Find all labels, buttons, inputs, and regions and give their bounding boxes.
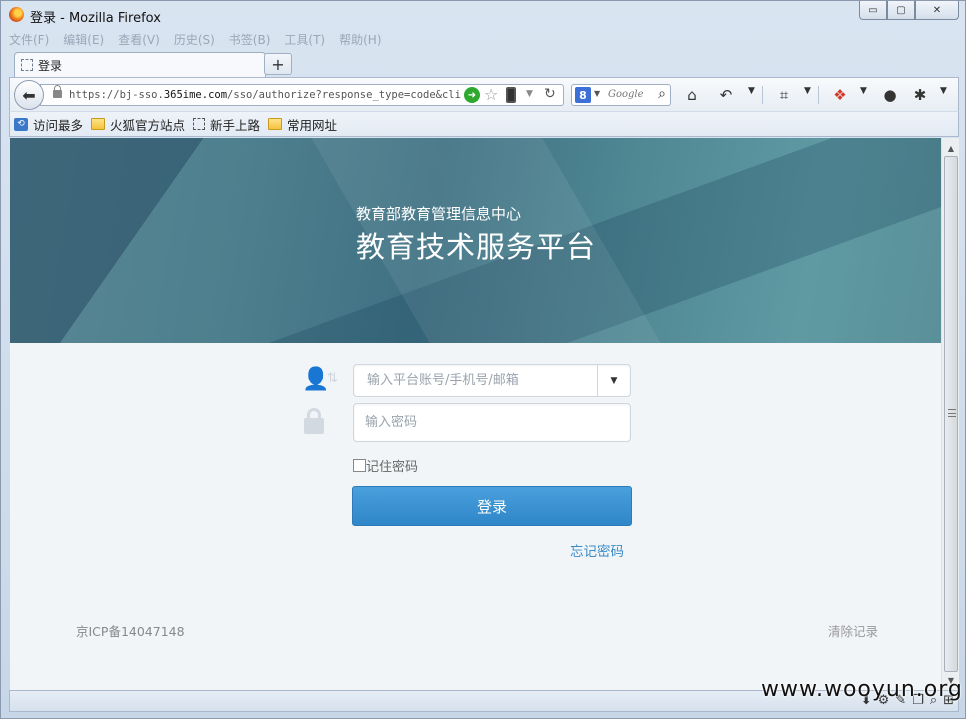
remember-label: 记住密码 — [366, 460, 419, 475]
maximize-button[interactable]: ▢ — [887, 1, 915, 20]
tab-login[interactable]: 登录 — [14, 52, 266, 77]
bookmarks-toolbar: ⟲ 访问最多 火狐官方站点 新手上路 常用网址 — [9, 111, 959, 137]
folder-icon — [268, 118, 283, 130]
bookmark-label: 常用网址 — [287, 117, 338, 133]
chevron-down-icon[interactable]: ▼ — [748, 86, 755, 96]
forgot-password-link[interactable]: 忘记密码 — [570, 540, 624, 560]
most-visited-icon: ⟲ — [14, 117, 28, 131]
browser-window: 登录 - Mozilla Firefox ▭ ▢ ✕ 文件(F) 编辑(E) 查… — [0, 0, 966, 719]
star-icon[interactable]: ☆ — [484, 85, 498, 104]
search-engine-icon[interactable]: 8 — [575, 87, 591, 103]
tab-strip: 登录 + — [9, 51, 959, 77]
bookmark-label: 访问最多 — [33, 117, 84, 133]
banner-subtitle: 教育部教育管理信息中心 — [356, 205, 522, 223]
tab-label: 登录 — [38, 58, 63, 73]
swap-icon: ⇅ — [327, 371, 338, 386]
firefox-logo-icon — [9, 7, 24, 22]
new-tab-button[interactable]: + — [264, 53, 292, 75]
navigation-toolbar: https://bj-sso.365ime.com/sso/authorize?… — [9, 77, 959, 111]
menu-help[interactable]: 帮助(H) — [339, 31, 381, 49]
password-input[interactable] — [354, 404, 630, 441]
account-field: ▼ — [353, 364, 631, 397]
url-text[interactable]: https://bj-sso.365ime.com/sso/authorize?… — [69, 89, 461, 101]
clear-records-link[interactable]: 清除记录 — [828, 621, 878, 640]
title-bar: 登录 - Mozilla Firefox ▭ ▢ ✕ — [1, 1, 965, 29]
banner-title: 教育技术服务平台 — [356, 230, 597, 264]
menu-bookmarks[interactable]: 书签(B) — [229, 31, 271, 49]
go-arrow-icon[interactable]: ➜ — [464, 87, 480, 103]
bookmark-most-visited[interactable]: ⟲ 访问最多 — [14, 115, 83, 134]
window-title: 登录 - Mozilla Firefox — [30, 11, 161, 26]
search-icon[interactable]: ⌕ — [658, 86, 666, 102]
watermark: www.wooyun.org — [761, 677, 963, 702]
chevron-down-icon[interactable]: ▼ — [860, 86, 867, 96]
remember-password[interactable]: 记住密码 — [353, 456, 418, 475]
url-prefix: https://bj-sso. — [69, 89, 164, 101]
user-icon: 👤 — [302, 367, 330, 392]
lock-icon — [53, 85, 62, 98]
bookmark-common-sites[interactable]: 常用网址 — [268, 115, 337, 134]
menu-tools[interactable]: 工具(T) — [284, 31, 325, 49]
close-button[interactable]: ✕ — [915, 1, 959, 20]
page-icon — [21, 59, 33, 71]
bug-icon[interactable]: ✱ — [910, 84, 930, 106]
password-field — [353, 403, 631, 442]
menu-file[interactable]: 文件(F) — [9, 31, 49, 49]
lock-icon — [304, 408, 324, 434]
back-button[interactable]: ⬅ — [14, 80, 44, 110]
menu-edit[interactable]: 编辑(E) — [63, 31, 104, 49]
chevron-down-icon[interactable]: ▼ — [940, 86, 947, 96]
caret-down-icon: ▼ — [610, 375, 618, 386]
bookmark-label: 火狐官方站点 — [110, 117, 186, 133]
url-bar[interactable]: https://bj-sso.365ime.com/sso/authorize?… — [40, 84, 564, 106]
menu-bar: 文件(F) 编辑(E) 查看(V) 历史(S) 书签(B) 工具(T) 帮助(H… — [9, 31, 382, 49]
search-bar[interactable]: 8 ▼ Google ⌕ — [571, 84, 671, 106]
vertical-scrollbar[interactable]: ▲ ▼ — [941, 138, 959, 690]
login-button[interactable]: 登录 — [352, 486, 632, 526]
chevron-down-icon[interactable]: ▼ — [526, 89, 533, 99]
bookmark-label: 新手上路 — [210, 117, 261, 133]
remember-checkbox[interactable] — [353, 459, 366, 472]
url-path: /sso/authorize?response_type=code&client — [227, 89, 461, 101]
scrollbar-thumb[interactable] — [944, 156, 958, 672]
account-input[interactable] — [354, 365, 597, 396]
mobile-icon[interactable] — [506, 87, 516, 103]
home-icon[interactable]: ⌂ — [682, 84, 702, 106]
chat-icon[interactable]: ● — [880, 84, 900, 106]
menu-history[interactable]: 历史(S) — [174, 31, 215, 49]
toolbar-separator — [818, 86, 819, 104]
grip-icon — [948, 409, 956, 417]
bookmark-firefox-official[interactable]: 火狐官方站点 — [91, 115, 185, 134]
undo-icon[interactable]: ↶ — [716, 84, 736, 106]
page-icon — [193, 118, 206, 130]
scroll-up-icon[interactable]: ▲ — [942, 140, 960, 156]
chevron-down-icon[interactable]: ▼ — [594, 89, 600, 98]
account-dropdown-button[interactable]: ▼ — [597, 365, 630, 396]
bookmark-getting-started[interactable]: 新手上路 — [193, 115, 260, 134]
menu-view[interactable]: 查看(V) — [118, 31, 160, 49]
folder-icon — [91, 118, 106, 130]
icp-record: 京ICP备14047148 — [76, 624, 185, 639]
back-arrow-icon: ⬅ — [22, 85, 36, 105]
toolbar-separator — [762, 86, 763, 104]
url-domain: 365ime.com — [163, 89, 228, 101]
chevron-down-icon[interactable]: ▼ — [804, 86, 811, 96]
window-controls: ▭ ▢ ✕ — [859, 1, 959, 20]
fortune-icon[interactable]: ❖ — [830, 84, 850, 106]
search-placeholder: Google — [608, 89, 644, 100]
reload-icon[interactable]: ↻ — [544, 86, 556, 102]
crop-icon[interactable]: ⌗ — [774, 84, 794, 106]
minimize-button[interactable]: ▭ — [859, 1, 887, 20]
page-content: 教育部教育管理信息中心 教育技术服务平台 👤 ⇅ ▼ 记住密码 登录 忘记密码 … — [10, 138, 941, 690]
header-banner: 教育部教育管理信息中心 教育技术服务平台 — [10, 138, 941, 343]
